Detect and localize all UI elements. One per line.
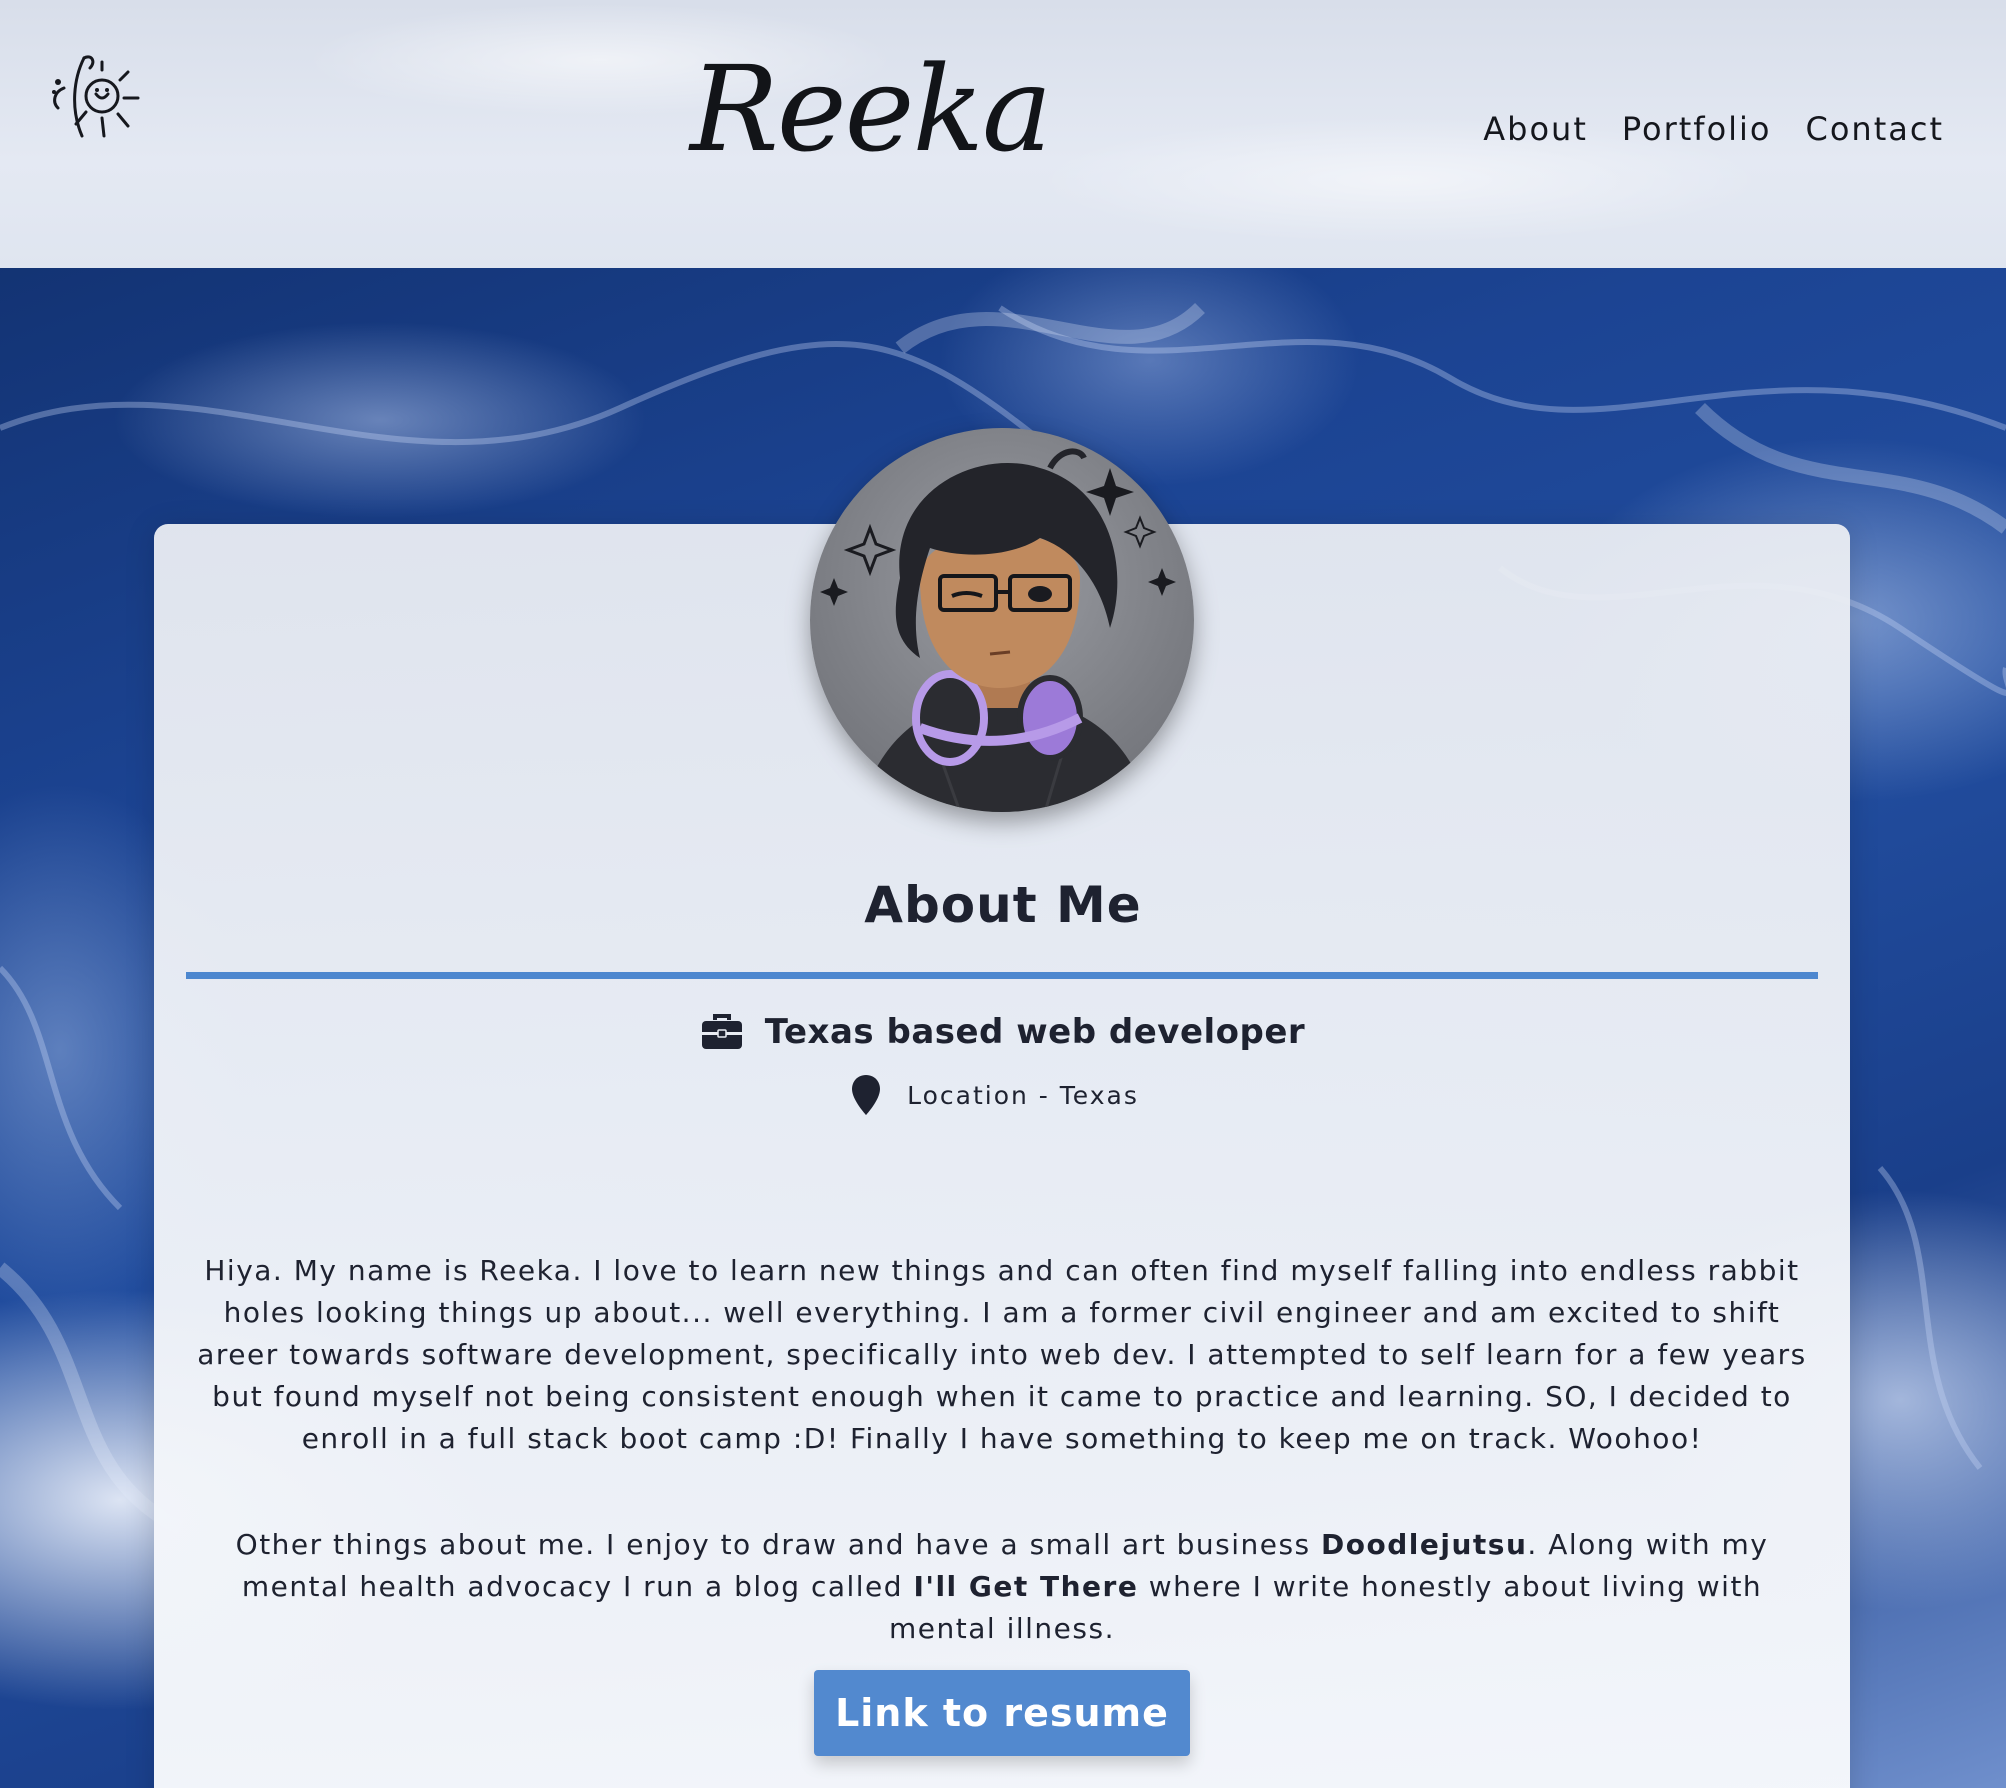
nav-link-about[interactable]: About (1483, 110, 1588, 148)
role-line: Texas based web developer (0, 1012, 2006, 1052)
profile-avatar (810, 428, 1194, 812)
section-divider (186, 972, 1818, 979)
about-heading: About Me (864, 876, 1142, 934)
role-text: Texas based web developer (764, 1012, 1306, 1052)
sun-hand-logo-icon[interactable] (44, 48, 148, 148)
main-nav: About Portfolio Contact (1483, 110, 1944, 148)
bio-text-part1: Other things about me. I enjoy to draw a… (235, 1528, 1322, 1561)
blog-name-link: I'll Get There (913, 1570, 1139, 1603)
nav-link-contact[interactable]: Contact (1806, 110, 1945, 148)
resume-link-button[interactable]: Link to resume (814, 1670, 1190, 1756)
bio-paragraph-intro: Hiya. My name is Reeka. I love to learn … (197, 1254, 1807, 1455)
briefcase-icon (701, 1014, 742, 1049)
bio-paragraph-other: Other things about me. I enjoy to draw a… (186, 1524, 1818, 1650)
location-text: Location - Texas (907, 1080, 1139, 1110)
location-line: Location - Texas (0, 1074, 2006, 1116)
avatar-illustration (820, 448, 1176, 812)
business-name-link: Doodlejutsu (1321, 1528, 1528, 1561)
site-brand-title[interactable]: Reeka (690, 50, 1052, 168)
page: Reeka About Portfolio Contact About Me T… (0, 0, 2006, 1788)
map-pin-icon (852, 1075, 881, 1115)
nav-link-portfolio[interactable]: Portfolio (1622, 110, 1772, 148)
site-header: Reeka About Portfolio Contact (0, 0, 2006, 268)
